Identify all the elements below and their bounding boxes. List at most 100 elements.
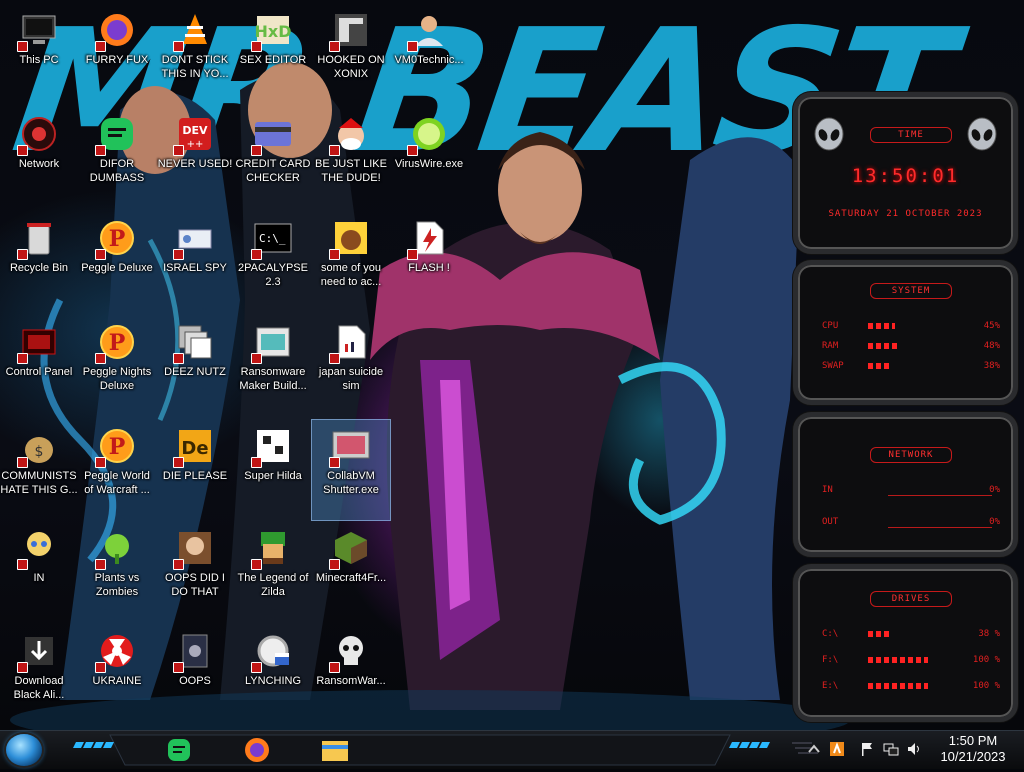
desktop-icon[interactable]: P Peggle Deluxe	[78, 212, 156, 312]
desktop-icon[interactable]: some of you need to ac...	[312, 212, 390, 312]
desktop-icon-label: Control Panel	[5, 366, 73, 378]
desktop-icon-label: DIE PLEASE	[162, 470, 228, 482]
desktop-icon[interactable]: OOPS	[156, 625, 234, 725]
desktop-icon[interactable]: HOOKED ON XONIX	[312, 4, 390, 104]
svg-text:P: P	[109, 434, 126, 460]
clock-time: 1:50 PM	[948, 733, 998, 748]
desktop-icon[interactable]: ISRAEL SPY	[156, 212, 234, 312]
desktop-icon[interactable]: Super Hilda	[234, 420, 312, 520]
system-monitor-widget: TIME 13:50:01 SATURDAY 21 OCTOBER 2023 S…	[793, 92, 1018, 722]
row-value: 0%	[989, 485, 1000, 495]
desktop-icon-label: Network	[18, 158, 60, 170]
row-value: 48%	[983, 341, 1000, 351]
desktop-icon-label: Peggle World of Warcraft ...	[84, 470, 150, 496]
desktop-icon-label: IN	[33, 572, 45, 584]
desktop-icon[interactable]: De DIE PLEASE	[156, 420, 234, 520]
shortcut-arrow-icon	[329, 457, 340, 468]
desktop-icon[interactable]: P Peggle Nights Deluxe	[78, 316, 156, 416]
widget-row: RAM 48%	[822, 341, 1000, 353]
desktop-icon[interactable]: DIFOR DUMBASS	[78, 108, 156, 208]
desktop-icon-label: Peggle Nights Deluxe	[82, 366, 152, 392]
desktop-icon[interactable]: DEV ++ NEVER USED!	[156, 108, 234, 208]
desktop-icon[interactable]: Network	[0, 108, 78, 208]
desktop-icon[interactable]: IN	[0, 522, 78, 622]
desktop-icon[interactable]: FURRY FUX	[78, 4, 156, 104]
desktop-icon[interactable]: HxD SEX EDITOR	[234, 4, 312, 104]
peggle-icon: P	[95, 218, 137, 260]
desktop-icon[interactable]: OOPS DID I DO THAT	[156, 522, 234, 622]
skull-icon	[329, 631, 371, 673]
file-icon	[329, 322, 371, 364]
time-header: TIME	[870, 127, 952, 143]
desktop-icon[interactable]: japan suicide sim	[312, 316, 390, 416]
action-center-flag-icon[interactable]	[859, 741, 875, 757]
taskbar-pin-file-explorer[interactable]	[316, 733, 354, 767]
desktop-icon[interactable]: DEEZ NUTZ	[156, 316, 234, 416]
flash-icon	[407, 218, 449, 260]
row-label: F:\	[822, 655, 839, 665]
dev-cpp-icon: DEV ++	[173, 114, 215, 156]
discord-icon	[95, 114, 137, 156]
row-label: IN	[822, 485, 833, 495]
row-value: 100 %	[972, 655, 1000, 665]
network-icon	[17, 114, 59, 156]
desktop-icon[interactable]: FLASH !	[390, 212, 468, 312]
shortcut-arrow-icon	[173, 145, 184, 156]
desktop-icon-label: Minecraft4Fr...	[315, 572, 387, 584]
windows-stack-icon	[173, 322, 215, 364]
desktop-icon-label: CollabVM Shutter.exe	[323, 470, 379, 496]
desktop-icon[interactable]: DONT STICK THIS IN YO...	[156, 4, 234, 104]
desktop-icon[interactable]: Recycle Bin	[0, 212, 78, 312]
desktop-icon[interactable]: VirusWire.exe	[390, 108, 468, 208]
taskbar-pin-firefox[interactable]	[238, 733, 276, 767]
desktop-icon-label: This PC	[19, 54, 59, 66]
desktop-icon[interactable]: P Peggle World of Warcraft ...	[78, 420, 156, 520]
terminal-icon: C:\_	[251, 218, 293, 260]
desktop-icon[interactable]: Ransomware Maker Build...	[234, 316, 312, 416]
desktop-icon-label: Download Black Ali...	[13, 675, 65, 701]
adobe-de-icon: De	[173, 426, 215, 468]
desktop-icon[interactable]: $ COMMUNISTS HATE THIS G...	[0, 420, 78, 520]
app-tray-icon[interactable]	[829, 741, 845, 757]
row-label: SWAP	[822, 361, 844, 371]
firefox-icon	[95, 10, 137, 52]
network-tray-icon[interactable]	[883, 741, 899, 757]
shortcut-arrow-icon	[251, 662, 262, 673]
desktop-icon-label: HOOKED ON XONIX	[317, 54, 385, 80]
desktop-icon-label: VirusWire.exe	[394, 158, 464, 170]
volume-icon[interactable]	[906, 741, 922, 757]
desktop-icon[interactable]: Control Panel	[0, 316, 78, 416]
row-value: 45%	[983, 321, 1000, 331]
taskbar-pin-discord[interactable]	[160, 733, 198, 767]
clock-date: 10/21/2023	[940, 749, 1006, 764]
taskbar-clock[interactable]: 1:50 PM 10/21/2023	[928, 733, 1018, 765]
desktop-icon[interactable]: C:\_ 2PACALYPSE 2.3	[234, 212, 312, 312]
shortcut-arrow-icon	[173, 249, 184, 260]
desktop-icon[interactable]: RansomWar...	[312, 625, 390, 725]
shortcut-arrow-icon	[407, 145, 418, 156]
vlc-cone-icon	[173, 10, 215, 52]
row-value: 38 %	[978, 629, 1000, 639]
desktop-icon[interactable]: The Legend of Zilda	[234, 522, 312, 622]
usage-bar	[868, 683, 928, 689]
desktop-icon[interactable]: Download Black Ali...	[0, 625, 78, 725]
usage-bar	[868, 631, 891, 637]
shortcut-arrow-icon	[329, 353, 340, 364]
desktop-icon[interactable]: VM0Technic...	[390, 4, 468, 104]
desktop-icon[interactable]: This PC	[0, 4, 78, 104]
desktop-icon[interactable]: UKRAINE	[78, 625, 156, 725]
desktop-icon[interactable]: LYNCHING	[234, 625, 312, 725]
system-header: SYSTEM	[870, 283, 952, 299]
shortcut-arrow-icon	[17, 662, 28, 673]
desktop-icon[interactable]: Plants vs Zombies	[78, 522, 156, 622]
shortcut-arrow-icon	[17, 353, 28, 364]
desktop-icon[interactable]: Minecraft4Fr...	[312, 522, 390, 622]
show-hidden-icons-icon[interactable]	[806, 741, 822, 757]
desktop-icon[interactable]: BE JUST LIKE THE DUDE!	[312, 108, 390, 208]
desktop-icon[interactable]: CREDIT CARD CHECKER	[234, 108, 312, 208]
desktop-icon[interactable]: CollabVM Shutter.exe	[311, 419, 391, 521]
row-value: 0%	[989, 517, 1000, 527]
money-bag-icon: $	[17, 426, 59, 468]
widget-row: E:\ 100 %	[822, 681, 1000, 693]
start-button[interactable]	[6, 734, 42, 766]
